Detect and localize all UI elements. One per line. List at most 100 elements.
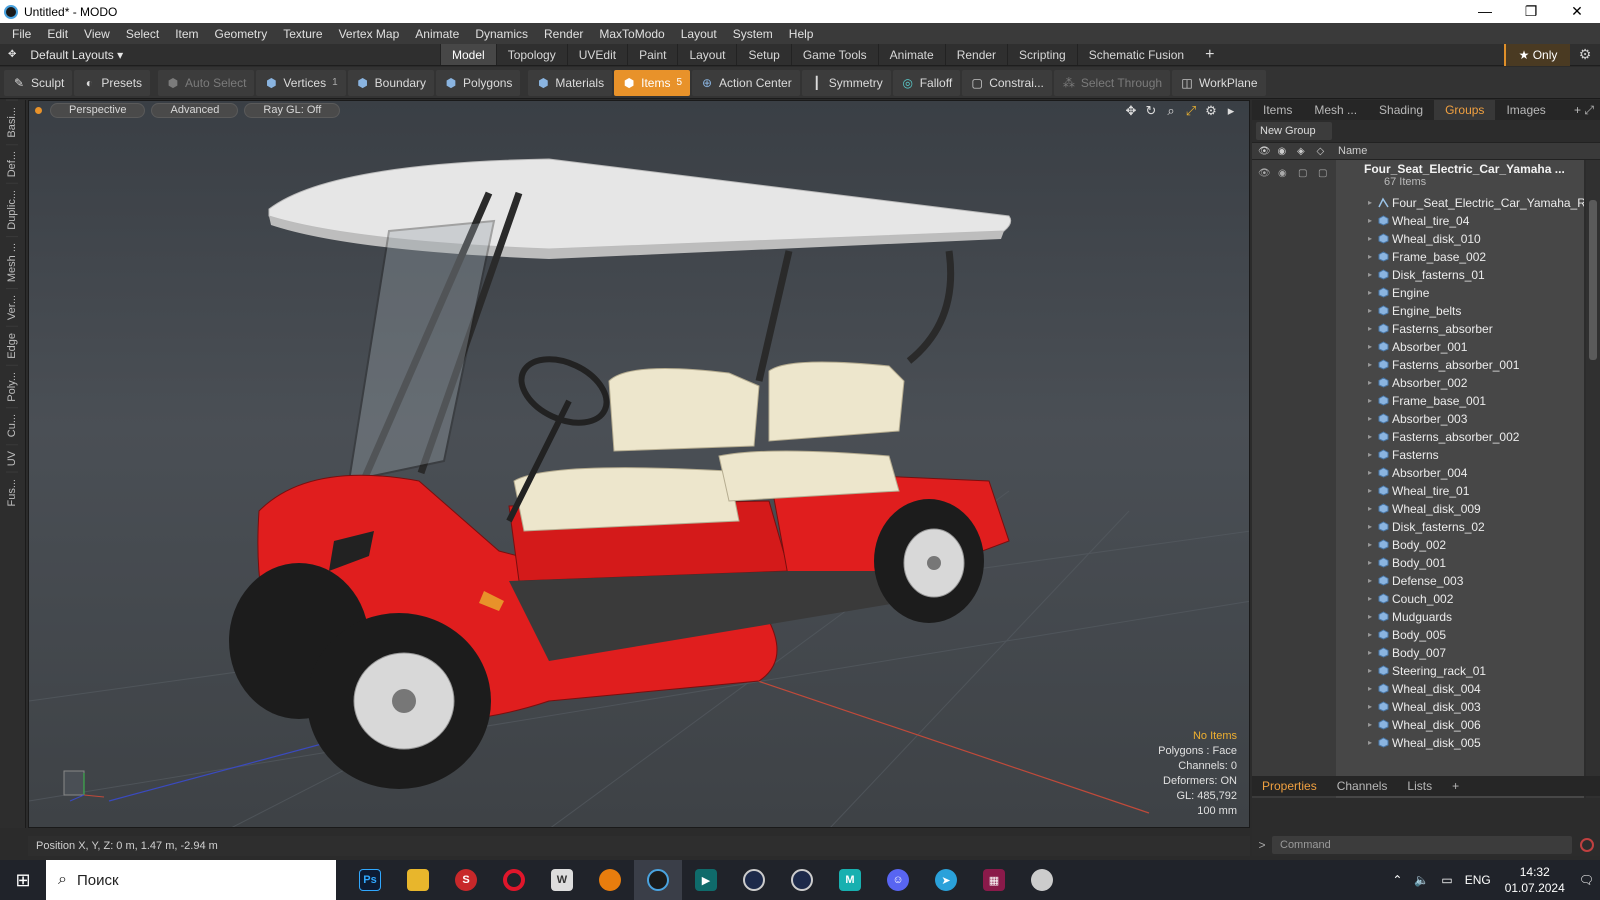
- group-lock-toggle[interactable]: ▢: [1298, 168, 1318, 179]
- left-tab-deform[interactable]: Def...: [6, 143, 18, 183]
- opera-app[interactable]: [490, 860, 538, 900]
- tab-setup[interactable]: Setup: [736, 44, 790, 65]
- photoshop-app[interactable]: Ps: [346, 860, 394, 900]
- workplane-button[interactable]: ◫ WorkPlane: [1172, 69, 1266, 96]
- fit-icon[interactable]: ⤢: [1181, 103, 1201, 119]
- left-tab-edge[interactable]: Edge: [6, 325, 18, 365]
- layout-selector[interactable]: ✥ Default Layouts ▾: [0, 48, 440, 62]
- list-item[interactable]: ▸ Wheal_tire_04: [1252, 212, 1584, 230]
- expand-arrow-icon[interactable]: ▸: [1368, 644, 1372, 662]
- list-item[interactable]: ▸ Wheal_disk_003: [1252, 698, 1584, 716]
- new-group-button[interactable]: New Group: [1256, 122, 1332, 140]
- minimize-button[interactable]: —: [1462, 0, 1508, 23]
- list-item[interactable]: ▸ Absorber_001: [1252, 338, 1584, 356]
- only-button[interactable]: ★ Only: [1504, 43, 1570, 66]
- expand-arrow-icon[interactable]: ▸: [1368, 662, 1372, 680]
- expand-arrow-icon[interactable]: ▸: [1368, 698, 1372, 716]
- zoom-icon[interactable]: ⌕: [1161, 103, 1181, 119]
- close-button[interactable]: ✕: [1554, 0, 1600, 23]
- menu-help[interactable]: Help: [781, 27, 822, 41]
- expand-arrow-icon[interactable]: ▸: [1368, 284, 1372, 302]
- boundary-button[interactable]: ⬢ Boundary: [347, 69, 435, 96]
- list-item[interactable]: ▸ Fasterns_absorber: [1252, 320, 1584, 338]
- presets-button[interactable]: ◐ Presets: [74, 69, 151, 96]
- expand-arrow-icon[interactable]: ▸: [1368, 248, 1372, 266]
- menu-select[interactable]: Select: [118, 27, 167, 41]
- discord-app[interactable]: ☺: [874, 860, 922, 900]
- sculpt-button[interactable]: ✎ Sculpt: [4, 69, 73, 96]
- tab-lists[interactable]: Lists: [1397, 779, 1442, 793]
- left-tab-basic[interactable]: Basi...: [6, 100, 18, 144]
- select-through-button[interactable]: ⁂ Select Through: [1053, 69, 1171, 96]
- vertices-button[interactable]: ⬢ Vertices 1: [256, 69, 346, 96]
- menu-view[interactable]: View: [76, 27, 118, 41]
- groups-list[interactable]: 👁 ◉ ▢ ▢ Four_Seat_Electric_Car_Yamaha ..…: [1252, 160, 1584, 798]
- expand-arrow-icon[interactable]: ▸: [1368, 266, 1372, 284]
- list-item[interactable]: ▸ Fasterns_absorber_002: [1252, 428, 1584, 446]
- list-item[interactable]: ▸ Wheal_disk_006: [1252, 716, 1584, 734]
- list-item[interactable]: ▸ Engine: [1252, 284, 1584, 302]
- tab-paint[interactable]: Paint: [627, 44, 677, 65]
- left-tab-duplicate[interactable]: Duplic...: [6, 182, 18, 236]
- polygons-button[interactable]: ⬢ Polygons: [436, 69, 521, 96]
- tab-channels[interactable]: Channels: [1327, 779, 1398, 793]
- falloff-button[interactable]: ◎ Falloff: [892, 69, 961, 96]
- materials-button[interactable]: ⬢ Materials: [528, 69, 613, 96]
- tab-properties[interactable]: Properties: [1252, 779, 1327, 793]
- telegram-app[interactable]: ➤: [922, 860, 970, 900]
- 3d-viewport[interactable]: Perspective Advanced Ray GL: Off ✥ ↻ ⌕ ⤢…: [28, 100, 1250, 828]
- group-eye-toggle[interactable]: 👁: [1258, 168, 1278, 179]
- tab-render[interactable]: Render: [944, 44, 1007, 65]
- list-item[interactable]: ▸ Fasterns: [1252, 446, 1584, 464]
- expand-arrow-icon[interactable]: ▸: [1368, 536, 1372, 554]
- tray-chevron-icon[interactable]: ⌃: [1392, 873, 1402, 887]
- list-item[interactable]: ▸ Wheal_disk_005: [1252, 734, 1584, 752]
- expand-arrow-icon[interactable]: ▸: [1368, 446, 1372, 464]
- group-render-toggle[interactable]: ◉: [1278, 168, 1298, 179]
- expand-arrow-icon[interactable]: ▸: [1368, 338, 1372, 356]
- app-cyan[interactable]: M: [826, 860, 874, 900]
- add-tab-button[interactable]: +: [1195, 46, 1224, 64]
- view-type-dropdown[interactable]: Perspective: [50, 102, 146, 118]
- expand-arrow-icon[interactable]: ▸: [1368, 194, 1372, 212]
- tab-game-tools[interactable]: Game Tools: [790, 44, 878, 65]
- explorer-app[interactable]: [394, 860, 442, 900]
- items-button[interactable]: ⬢ Items 5: [614, 69, 691, 96]
- volume-icon[interactable]: 🔈: [1414, 873, 1429, 887]
- list-item[interactable]: ▸ Four_Seat_Electric_Car_Yamaha_Red: [1252, 194, 1584, 212]
- raygl-toggle[interactable]: Ray GL: Off: [244, 102, 341, 118]
- left-tab-uv[interactable]: UV: [6, 443, 18, 472]
- group-row[interactable]: 👁 ◉ ▢ ▢ Four_Seat_Electric_Car_Yamaha ..…: [1252, 160, 1584, 194]
- left-tab-mesh[interactable]: Mesh ...: [6, 235, 18, 288]
- shading-mode-dropdown[interactable]: Advanced: [151, 102, 239, 118]
- list-item[interactable]: ▸ Wheal_disk_010: [1252, 230, 1584, 248]
- expand-arrow-icon[interactable]: ▸: [1368, 212, 1372, 230]
- tab-images[interactable]: Images: [1495, 100, 1556, 120]
- list-item[interactable]: ▸ Disk_fasterns_01: [1252, 266, 1584, 284]
- tab-mesh[interactable]: Mesh ...: [1303, 100, 1368, 120]
- cinema4d-app-2[interactable]: [778, 860, 826, 900]
- expand-arrow-icon[interactable]: ▸: [1221, 103, 1241, 119]
- viewport-menu-dot[interactable]: [35, 106, 42, 114]
- list-item[interactable]: ▸ Absorber_003: [1252, 410, 1584, 428]
- tab-shading[interactable]: Shading: [1368, 100, 1434, 120]
- expand-arrow-icon[interactable]: ▸: [1368, 716, 1372, 734]
- menu-vertex-map[interactable]: Vertex Map: [331, 27, 408, 41]
- expand-arrow-icon[interactable]: ▸: [1368, 500, 1372, 518]
- expand-arrow-icon[interactable]: ▸: [1368, 356, 1372, 374]
- auto-select-button[interactable]: ⬢ Auto Select: [158, 69, 255, 96]
- list-item[interactable]: ▸ Body_005: [1252, 626, 1584, 644]
- tab-uvedit[interactable]: UVEdit: [566, 44, 627, 65]
- menu-file[interactable]: File: [4, 27, 39, 41]
- expand-arrow-icon[interactable]: ▸: [1368, 590, 1372, 608]
- expand-arrow-icon[interactable]: ▸: [1368, 608, 1372, 626]
- clock[interactable]: 14:32 01.07.2024: [1505, 864, 1565, 896]
- list-item[interactable]: ▸ Body_001: [1252, 554, 1584, 572]
- menu-dynamics[interactable]: Dynamics: [467, 27, 536, 41]
- menu-edit[interactable]: Edit: [39, 27, 76, 41]
- expand-arrow-icon[interactable]: ▸: [1368, 392, 1372, 410]
- notifications-icon[interactable]: 🗨: [1579, 873, 1594, 887]
- menu-system[interactable]: System: [725, 27, 781, 41]
- list-item[interactable]: ▸ Frame_base_001: [1252, 392, 1584, 410]
- list-item[interactable]: ▸ Defense_003: [1252, 572, 1584, 590]
